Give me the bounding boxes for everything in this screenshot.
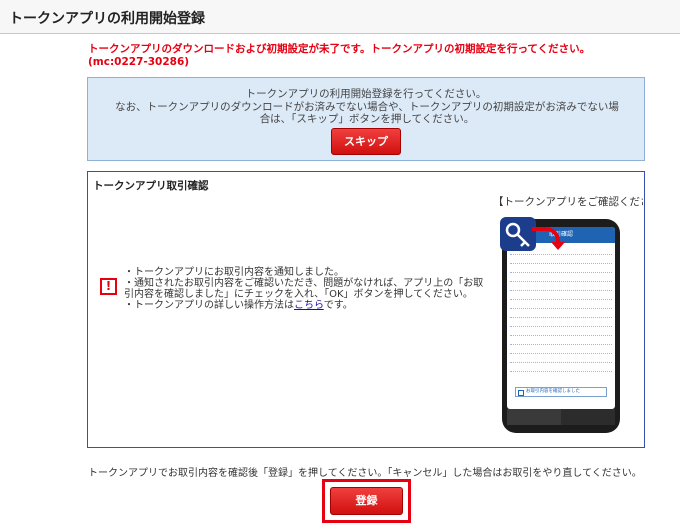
phone-screen: 取引確認 お取引内容を確認しました [507,227,615,409]
token-confirm-panel: トークンアプリ取引確認 【トークンアプリをご確認ください】 ! ・トークンアプリ… [87,171,645,448]
instruction-list: ・トークンアプリにお取引内容を通知しました。 ・通知されたお取引内容をご確認いた… [124,267,484,311]
register-button[interactable]: 登録 [330,487,403,515]
instruction-item: ・トークンアプリの詳しい操作方法はこちらです。 [124,300,484,311]
phone-tab-right [561,409,615,425]
info-line-2: なお、トークンアプリのダウンロードがお済みでない場合や、トークンアプリの初期設定… [115,101,619,125]
footer-instruction: トークンアプリでお取引内容を確認後「登録」を押してください。「キャンセル」した場… [88,468,642,479]
error-message: トークンアプリのダウンロードおよび初期設定が未了です。トークンアプリの初期設定を… [88,43,591,68]
help-link[interactable]: こちら [294,300,324,311]
skip-button[interactable]: スキップ [331,128,401,155]
phone-bottom-bar [507,409,615,425]
key-icon [500,217,536,251]
page-title: トークンアプリの利用開始登録 [9,11,205,27]
phone-confirm-checkbox: お取引内容を確認しました [515,387,607,397]
phone-illustration: 取引確認 お取引内容を確認しました [502,219,620,433]
instruction-item: ・トークンアプリにお取引内容を通知しました。 [124,267,344,278]
page-header: トークンアプリの利用開始登録 [0,0,680,34]
register-button-highlight: 登録 [322,479,411,523]
phone-tab-left [507,409,561,425]
instruction-item: ・通知されたお取引内容をご確認いただき、問題がなければ、アプリ上の「お取引内容を… [124,278,484,300]
info-box: トークンアプリの利用開始登録を行ってください。 なお、トークンアプリのダウンロー… [87,77,645,161]
phone-text-lines [510,249,612,375]
warning-icon: ! [100,278,117,295]
instruction-text: です。 [323,300,353,311]
phone-caption: 【トークンアプリをご確認ください】 [493,196,643,208]
confirm-panel-title: トークンアプリ取引確認 [93,180,209,192]
instruction-text: ・トークンアプリの詳しい操作方法は [124,300,294,311]
info-line-1: トークンアプリの利用開始登録を行ってください。 [245,88,487,100]
